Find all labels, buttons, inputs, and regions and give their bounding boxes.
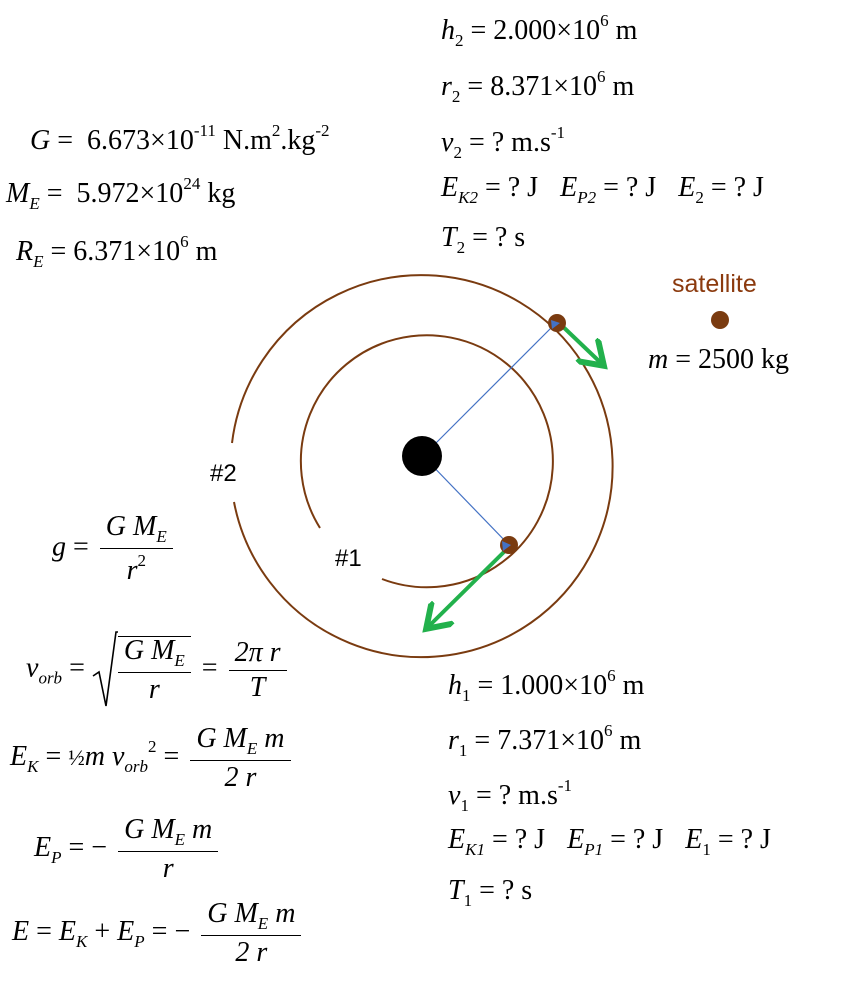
formula-kinetic-energy: EK = ½m vorb2 = G ME m 2 r — [10, 725, 295, 792]
orbit-2-label: #2 — [210, 460, 237, 487]
orbit1-altitude: h1 = 1.000×106 m — [448, 666, 645, 705]
constant-radius-earth: RE = 6.371×106 m — [16, 232, 218, 271]
orbit2-radius: r2 = 8.371×106 m — [441, 67, 635, 106]
satellite-label: satellite — [672, 270, 757, 298]
orbit1-period: T1 = ? s — [448, 875, 533, 910]
formula-total-energy: E = EK + EP = − G ME m 2 r — [12, 900, 305, 967]
formula-gravity: g = G ME r2 — [52, 513, 177, 585]
orbit2-altitude: h2 = 2.000×106 m — [441, 11, 638, 50]
constant-G: G = 6.673×10-11 N.m2.kg-2 — [30, 121, 330, 156]
square-root-sign — [92, 631, 118, 707]
orbit1-energies: EK1 = ? J EP1 = ? J E1 = ? J — [448, 824, 771, 859]
satellite-orbit-2 — [548, 314, 566, 332]
orbit2-energies: EK2 = ? J EP2 = ? J E2 = ? J — [441, 172, 764, 207]
orbit1-velocity: v1 = ? m.s-1 — [448, 776, 573, 815]
orbit1-radius: r1 = 7.371×106 m — [448, 721, 642, 760]
orbit-1-label: #1 — [335, 545, 362, 572]
earth — [402, 436, 442, 476]
orbit2-period: T2 = ? s — [441, 222, 526, 257]
formula-potential-energy: EP = − G ME m r — [34, 816, 222, 883]
formula-orbital-velocity: vorb = G ME r = 2π r T — [26, 630, 291, 710]
satellite-legend-dot — [711, 311, 729, 329]
radius-line-2 — [422, 322, 557, 457]
velocity-arrow-2 — [556, 320, 601, 363]
orbit2-velocity: v2 = ? m.s-1 — [441, 123, 566, 162]
satellite-orbit-1 — [500, 536, 518, 554]
satellite-mass: m = 2500 kg — [648, 344, 790, 375]
constant-mass-earth: ME = 5.972×1024 kg — [6, 174, 236, 213]
